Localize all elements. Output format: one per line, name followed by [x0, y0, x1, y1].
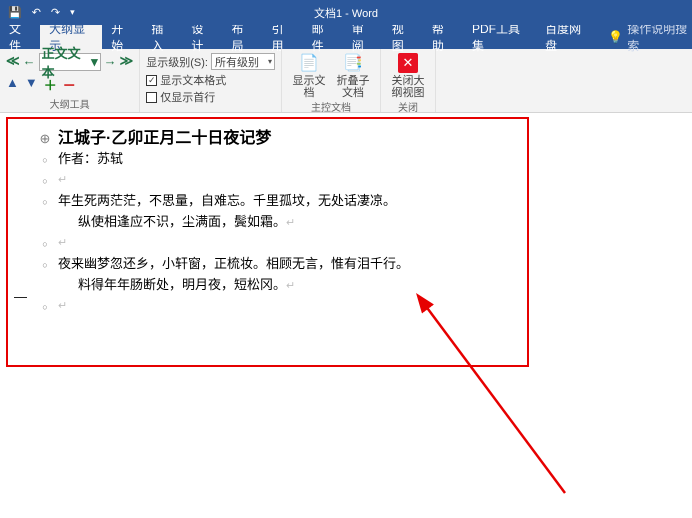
group-label-outline-tools: 大纲工具 [6, 96, 133, 112]
show-document-button[interactable]: 📄 显示文档 [288, 53, 330, 99]
show-level-label: 显示级别(S): [146, 54, 208, 70]
promote-to-heading1-icon[interactable]: ≪ [6, 53, 20, 71]
bullet-icon [38, 296, 52, 317]
first-line-label: 仅显示首行 [160, 89, 215, 105]
author-line: 作者：苏轼 [58, 149, 123, 169]
redo-icon[interactable]: ↷ [51, 6, 60, 19]
tab-baidu[interactable]: 百度网盘 [536, 25, 598, 49]
document-title: 江城子·乙卯正月二十日夜记梦 [58, 129, 271, 149]
poem-line: 纵使相逢应不识，尘满面，鬓如霜。↵ [78, 212, 682, 233]
tab-mailings[interactable]: 邮件 [303, 25, 343, 49]
close-outline-label: 关闭大纲视图 [387, 75, 429, 99]
show-document-label: 显示文档 [288, 75, 330, 99]
undo-icon[interactable]: ↶ [32, 6, 41, 19]
outline-level-select[interactable]: 正文文本 ▾ [39, 53, 101, 71]
paragraph-mark: ↵ [58, 170, 67, 190]
ribbon: ≪ ← 正文文本 ▾ → ≫ ▲ ▼ ＋ － 大纲工具 [0, 49, 692, 113]
collapse-subdoc-icon: 📑 [343, 53, 363, 73]
bullet-icon [38, 233, 52, 254]
bullet-icon [38, 254, 52, 275]
outline-row[interactable]: ↵ [38, 296, 682, 317]
show-level-select[interactable]: 所有级别 ▾ [211, 53, 275, 70]
window-title: 文档1 - Word [314, 5, 378, 21]
text-cursor: — [14, 289, 27, 304]
tab-references[interactable]: 引用 [263, 25, 303, 49]
group-show: 显示级别(S): 所有级别 ▾ ✓ 显示文本格式 仅显示首行 [140, 49, 282, 112]
move-down-icon[interactable]: ▼ [25, 75, 38, 94]
tab-help[interactable]: 帮助 [423, 25, 463, 49]
show-formatting-label: 显示文本格式 [160, 72, 226, 88]
qat-customize-icon[interactable]: ▾ [70, 7, 75, 18]
collapse-subdoc-label: 折叠子文档 [332, 75, 374, 99]
group-outline-tools: ≪ ← 正文文本 ▾ → ≫ ▲ ▼ ＋ － 大纲工具 [0, 49, 140, 112]
poem-line: 夜来幽梦忽还乡，小轩窗，正梳妆。相顾无言，惟有泪千行。 [58, 254, 409, 274]
group-close: ✕ 关闭大纲视图 关闭 [381, 49, 436, 112]
collapse-subdoc-button[interactable]: 📑 折叠子文档 [332, 53, 374, 99]
promote-icon[interactable]: ← [23, 53, 36, 71]
tab-view[interactable]: 视图 [383, 25, 423, 49]
close-outline-button[interactable]: ✕ 关闭大纲视图 [387, 53, 429, 99]
outline-row[interactable]: ↵ [38, 233, 682, 254]
bullet-icon [38, 191, 52, 212]
paragraph-mark: ↵ [58, 296, 67, 316]
outline-row[interactable]: 作者：苏轼 [38, 149, 682, 170]
outline-content: 江城子·乙卯正月二十日夜记梦 作者：苏轼 ↵ 年生死两茫茫，不思量，自难忘。千里… [6, 121, 686, 317]
expand-icon[interactable]: ＋ [44, 75, 57, 94]
tab-home[interactable]: 开始 [102, 25, 142, 49]
outline-row[interactable]: ↵ [38, 170, 682, 191]
poem-line: 年生死两茫茫，不思量，自难忘。千里孤坟，无处话凄凉。 [58, 191, 396, 211]
close-icon: ✕ [398, 53, 418, 73]
tab-pdf[interactable]: PDF工具集 [463, 25, 536, 49]
save-icon[interactable]: 💾 [8, 6, 22, 19]
group-master-doc: 📄 显示文档 📑 折叠子文档 主控文档 [282, 49, 381, 112]
demote-icon[interactable]: → [104, 53, 117, 71]
tab-design[interactable]: 设计 [182, 25, 222, 49]
chevron-down-icon: ▾ [268, 57, 274, 66]
collapse-icon[interactable]: － [63, 75, 76, 94]
lightbulb-icon: 💡 [608, 30, 623, 44]
outline-row[interactable]: 年生死两茫茫，不思量，自难忘。千里孤坟，无处话凄凉。 [38, 191, 682, 212]
bullet-icon [38, 170, 52, 191]
paragraph-mark: ↵ [286, 280, 295, 292]
document-icon: 📄 [299, 53, 319, 73]
quick-access-toolbar: 💾 ↶ ↷ ▾ [0, 6, 75, 19]
bullet-icon [38, 149, 52, 170]
demote-to-body-icon[interactable]: ≫ [120, 53, 134, 71]
document-area[interactable]: 江城子·乙卯正月二十日夜记梦 作者：苏轼 ↵ 年生死两茫茫，不思量，自难忘。千里… [0, 113, 692, 518]
tell-me-search[interactable]: 💡 操作说明搜索 [598, 25, 692, 49]
tab-review[interactable]: 审阅 [343, 25, 383, 49]
show-level-value: 所有级别 [215, 54, 259, 70]
tab-file[interactable]: 文件 [0, 25, 40, 49]
outline-heading-row[interactable]: 江城子·乙卯正月二十日夜记梦 [16, 129, 682, 149]
tell-me-label: 操作说明搜索 [627, 20, 692, 54]
checkbox-first-line[interactable] [146, 92, 157, 103]
tab-layout[interactable]: 布局 [222, 25, 262, 49]
chevron-down-icon: ▾ [91, 54, 100, 70]
checkbox-show-formatting[interactable]: ✓ [146, 75, 157, 86]
move-up-icon[interactable]: ▲ [6, 75, 19, 94]
paragraph-mark: ↵ [286, 217, 295, 229]
paragraph-mark: ↵ [58, 233, 67, 253]
title-bar: 💾 ↶ ↷ ▾ 文档1 - Word [0, 0, 692, 25]
outline-row[interactable]: 夜来幽梦忽还乡，小轩窗，正梳妆。相顾无言，惟有泪千行。 [38, 254, 682, 275]
expand-node-icon[interactable] [38, 129, 52, 149]
poem-line: 料得年年肠断处，明月夜，短松冈。↵ [78, 275, 682, 296]
ribbon-tabs: 文件 大纲显示 开始 插入 设计 布局 引用 邮件 审阅 视图 帮助 PDF工具… [0, 25, 692, 49]
tab-insert[interactable]: 插入 [142, 25, 182, 49]
